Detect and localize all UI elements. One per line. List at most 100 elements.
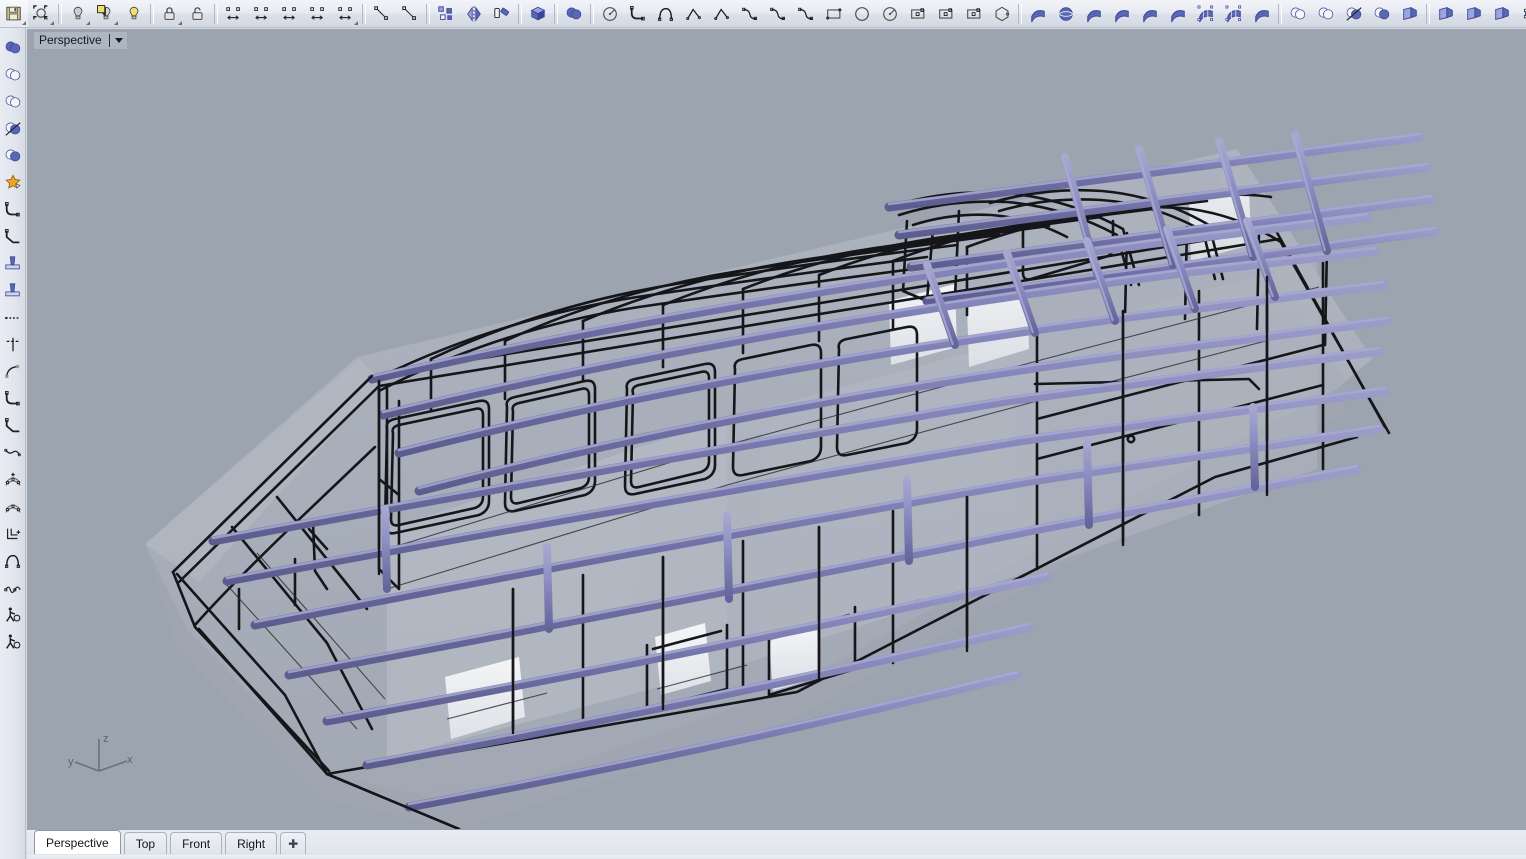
boolean-two-objects-button[interactable] — [0, 142, 26, 169]
flyout-triangle-icon[interactable] — [114, 21, 118, 25]
lock-open-button[interactable] — [184, 0, 212, 27]
flyout-triangle-icon[interactable] — [50, 21, 54, 25]
boolean-split-button[interactable] — [1340, 0, 1368, 27]
surface-loft-button[interactable] — [1080, 0, 1108, 27]
surface-edge-button[interactable] — [1220, 0, 1248, 27]
box-solid-button[interactable] — [524, 0, 552, 27]
extrude-planar-button[interactable] — [0, 250, 26, 277]
axis-label-z: z — [103, 733, 109, 745]
add-viewport-tab[interactable]: ✚ — [280, 832, 306, 854]
boolean-union-button[interactable] — [0, 34, 26, 61]
circle-radius-button[interactable] — [876, 0, 904, 27]
boolean-difference-button[interactable] — [0, 61, 26, 88]
viewport-tab-right[interactable]: Right — [225, 832, 277, 854]
curve-seam-button[interactable] — [0, 331, 26, 358]
layer-on-bulb-button[interactable] — [120, 0, 148, 27]
flyout-triangle-icon[interactable] — [178, 21, 182, 25]
toolbar-separator — [590, 4, 594, 24]
rotate-button[interactable] — [488, 0, 516, 27]
flow-along-curve-button[interactable] — [0, 601, 26, 628]
polyline-button[interactable] — [708, 0, 736, 27]
dim-leader-button[interactable] — [276, 0, 304, 27]
chamfer-edge-button[interactable] — [0, 223, 26, 250]
curve-interp-button[interactable] — [736, 0, 764, 27]
curve-rebuild-button[interactable] — [0, 493, 26, 520]
boolean-split-button[interactable] — [0, 115, 26, 142]
dim-horizontal-button[interactable] — [220, 0, 248, 27]
flyout-triangle-icon[interactable] — [86, 21, 90, 25]
extrude-button[interactable] — [1488, 0, 1516, 27]
viewport-tab-front[interactable]: Front — [170, 832, 222, 854]
polygon-button[interactable] — [988, 0, 1016, 27]
cage-edit-button[interactable] — [1516, 0, 1526, 27]
curve-match-button[interactable] — [0, 439, 26, 466]
group-button[interactable] — [432, 0, 460, 27]
fold-button[interactable] — [1460, 0, 1488, 27]
perspective-viewport[interactable]: Perspective z x y — [27, 29, 1526, 829]
toolbar-separator — [150, 4, 154, 24]
viewport-tab-perspective[interactable]: Perspective — [34, 830, 121, 854]
explode-button[interactable] — [0, 169, 26, 196]
rectangle-button[interactable] — [904, 0, 932, 27]
viewport-title-separator — [109, 34, 110, 47]
boolean-difference-button[interactable] — [1284, 0, 1312, 27]
surface-patch-button[interactable] — [1108, 0, 1136, 27]
surface-revolve-button[interactable] — [1248, 0, 1276, 27]
circle-button[interactable] — [848, 0, 876, 27]
boolean-two-objects-button[interactable] — [1368, 0, 1396, 27]
curve-blend-button[interactable] — [652, 0, 680, 27]
flyout-triangle-icon[interactable] — [22, 21, 26, 25]
toolbar-separator — [1018, 4, 1022, 24]
axis-label-x: x — [127, 754, 133, 766]
fillet-edge-button[interactable] — [0, 196, 26, 223]
save-button[interactable] — [0, 0, 28, 27]
toolbar-separator — [362, 4, 366, 24]
extrude-ribbon-button[interactable] — [0, 277, 26, 304]
surface-network-button[interactable] — [1192, 0, 1220, 27]
curve-extend-button[interactable] — [0, 358, 26, 385]
curve-control-button[interactable] — [764, 0, 792, 27]
axis-gizmo: z x y — [67, 731, 137, 783]
fillet-curve-button[interactable] — [0, 385, 26, 412]
dashes-button[interactable] — [0, 304, 26, 331]
mirror-button[interactable] — [460, 0, 488, 27]
viewport-title-bar[interactable]: Perspective — [33, 31, 128, 50]
dim-aligned-button[interactable] — [304, 0, 332, 27]
boolean-union-button[interactable] — [560, 0, 588, 27]
curve-blend-adjust-button[interactable] — [0, 547, 26, 574]
toolbar-separator — [58, 4, 62, 24]
viewport-tab-top[interactable]: Top — [124, 832, 167, 854]
model-3d-view[interactable] — [27, 29, 1526, 829]
boolean-intersection-button[interactable] — [0, 88, 26, 115]
rectangle-curve-button[interactable] — [820, 0, 848, 27]
surface-sweep1-button[interactable] — [1136, 0, 1164, 27]
polyline-segment-button[interactable] — [680, 0, 708, 27]
dim-linear-button[interactable] — [332, 0, 360, 27]
curve-fillet-button[interactable] — [624, 0, 652, 27]
layer-half-bulb-button[interactable] — [92, 0, 120, 27]
curve-add-knot-button[interactable] — [0, 466, 26, 493]
square-center-button[interactable] — [960, 0, 988, 27]
surface-sweep2-button[interactable] — [1164, 0, 1192, 27]
zoom-extents-button[interactable] — [28, 0, 56, 27]
rhino-application-window: Perspective z x y PerspectiveTopFrontRig… — [0, 0, 1526, 859]
surface-plane-button[interactable] — [1024, 0, 1052, 27]
dim-vertical-button[interactable] — [248, 0, 276, 27]
unroll-surface-button[interactable] — [1432, 0, 1460, 27]
point-move-button[interactable] — [368, 0, 396, 27]
chevron-down-icon[interactable] — [115, 38, 123, 43]
flow-along-surface-button[interactable] — [0, 628, 26, 655]
curve-through-points-button[interactable] — [792, 0, 820, 27]
points-multi-button[interactable] — [396, 0, 424, 27]
sphere-button[interactable] — [1052, 0, 1080, 27]
curve-smooth-button[interactable] — [0, 574, 26, 601]
shell-button[interactable] — [1396, 0, 1424, 27]
rectangle-center-button[interactable] — [932, 0, 960, 27]
lock-closed-button[interactable] — [156, 0, 184, 27]
arc-dot-button[interactable] — [596, 0, 624, 27]
flyout-triangle-icon[interactable] — [354, 21, 358, 25]
layer-off-bulb-button[interactable] — [64, 0, 92, 27]
chamfer-curve-button[interactable] — [0, 412, 26, 439]
boolean-intersect-button[interactable] — [1312, 0, 1340, 27]
curve-offset-button[interactable] — [0, 520, 26, 547]
